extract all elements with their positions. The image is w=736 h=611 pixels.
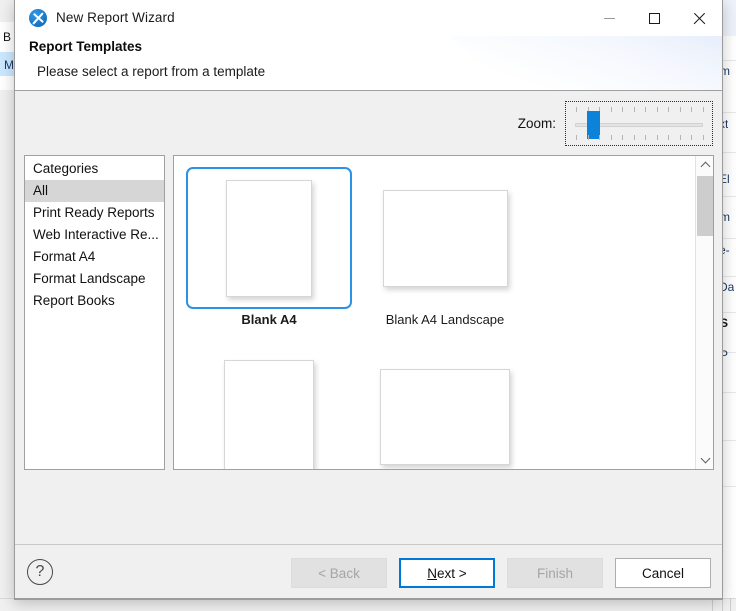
help-button[interactable]: ? xyxy=(27,559,53,585)
category-item-format-landscape[interactable]: Format Landscape xyxy=(25,268,164,290)
page-preview-portrait xyxy=(226,179,312,297)
wizard-button-row: < Back Next > Finish Cancel xyxy=(291,558,711,588)
template-thumbnail-blank-letter xyxy=(186,346,352,469)
zoom-slider[interactable] xyxy=(565,101,713,146)
maximize-button[interactable] xyxy=(632,0,677,36)
page-title: Report Templates xyxy=(29,39,143,54)
templates-scrollbar[interactable] xyxy=(695,156,713,469)
template-item-blank-letter[interactable]: Blank Letter xyxy=(181,342,357,469)
category-item-print-ready-reports[interactable]: Print Ready Reports xyxy=(25,202,164,224)
templates-gallery[interactable]: Blank A4 Blank A4 Landscape xyxy=(173,155,714,470)
minimize-icon xyxy=(604,17,615,19)
dialog-title: New Report Wizard xyxy=(56,10,175,25)
zoom-label: Zoom: xyxy=(517,116,556,131)
cancel-button[interactable]: Cancel xyxy=(615,558,711,588)
categories-list[interactable]: Categories All Print Ready Reports Web I… xyxy=(24,155,165,470)
wizard-banner: Report Templates Please select a report … xyxy=(15,36,722,91)
template-thumbnail-blank-landscape-2 xyxy=(362,346,528,469)
templates-grid: Blank A4 Blank A4 Landscape xyxy=(181,163,694,469)
next-button[interactable]: Next > xyxy=(399,558,495,588)
minimize-button[interactable] xyxy=(587,0,632,36)
close-button[interactable] xyxy=(677,0,722,36)
template-thumbnail-blank-a4 xyxy=(186,167,352,309)
banner-gradient xyxy=(432,36,722,90)
categories-header: Categories xyxy=(33,161,99,176)
page-subtitle: Please select a report from a template xyxy=(37,64,266,79)
category-item-format-a4[interactable]: Format A4 xyxy=(25,246,164,268)
dialog-footer: ? < Back Next > Finish Cancel xyxy=(15,544,722,599)
next-button-label: Next > xyxy=(427,565,467,581)
report-wizard-icon xyxy=(29,8,47,27)
finish-button[interactable]: Finish xyxy=(507,558,603,588)
template-label-blank-a4-landscape: Blank A4 Landscape xyxy=(385,312,505,327)
dialog-bottom-edge xyxy=(15,598,722,599)
scroll-down-button[interactable] xyxy=(696,451,713,469)
maximize-icon xyxy=(649,12,660,24)
template-item-blank-a4[interactable]: Blank A4 xyxy=(181,163,357,342)
template-item-blank-landscape-2[interactable] xyxy=(357,342,533,469)
page-preview-landscape xyxy=(382,189,508,287)
zoom-control-group: Zoom: xyxy=(518,101,713,146)
close-icon xyxy=(693,12,706,25)
dialog-title-bar[interactable]: New Report Wizard xyxy=(15,0,722,36)
new-report-wizard-dialog: New Report Wizard Report Templates Pleas… xyxy=(14,0,723,600)
template-item-blank-a4-landscape[interactable]: Blank A4 Landscape xyxy=(357,163,533,342)
scroll-up-button[interactable] xyxy=(696,156,713,174)
background-status-divider xyxy=(730,598,731,611)
chevron-down-icon xyxy=(700,453,710,464)
dialog-body: Zoom: Categories All Print Ready Reports… xyxy=(15,91,722,544)
category-item-report-books[interactable]: Report Books xyxy=(25,290,164,312)
page-preview-letter xyxy=(224,359,314,469)
template-thumbnail-blank-a4-landscape xyxy=(362,167,528,309)
category-item-all[interactable]: All xyxy=(25,180,164,202)
page-preview-landscape-2 xyxy=(380,369,510,465)
category-item-web-interactive-reports[interactable]: Web Interactive Re... xyxy=(25,224,164,246)
chevron-up-icon xyxy=(700,161,710,172)
back-button[interactable]: < Back xyxy=(291,558,387,588)
background-fragment-left-0: B xyxy=(3,30,12,44)
templates-scroll-area: Blank A4 Blank A4 Landscape xyxy=(174,156,694,469)
template-label-blank-a4: Blank A4 xyxy=(241,312,297,327)
scrollbar-thumb[interactable] xyxy=(697,176,713,236)
zoom-ticks-bottom xyxy=(576,135,704,140)
window-controls xyxy=(587,0,722,36)
background-fragment-left-1: M xyxy=(4,58,14,72)
